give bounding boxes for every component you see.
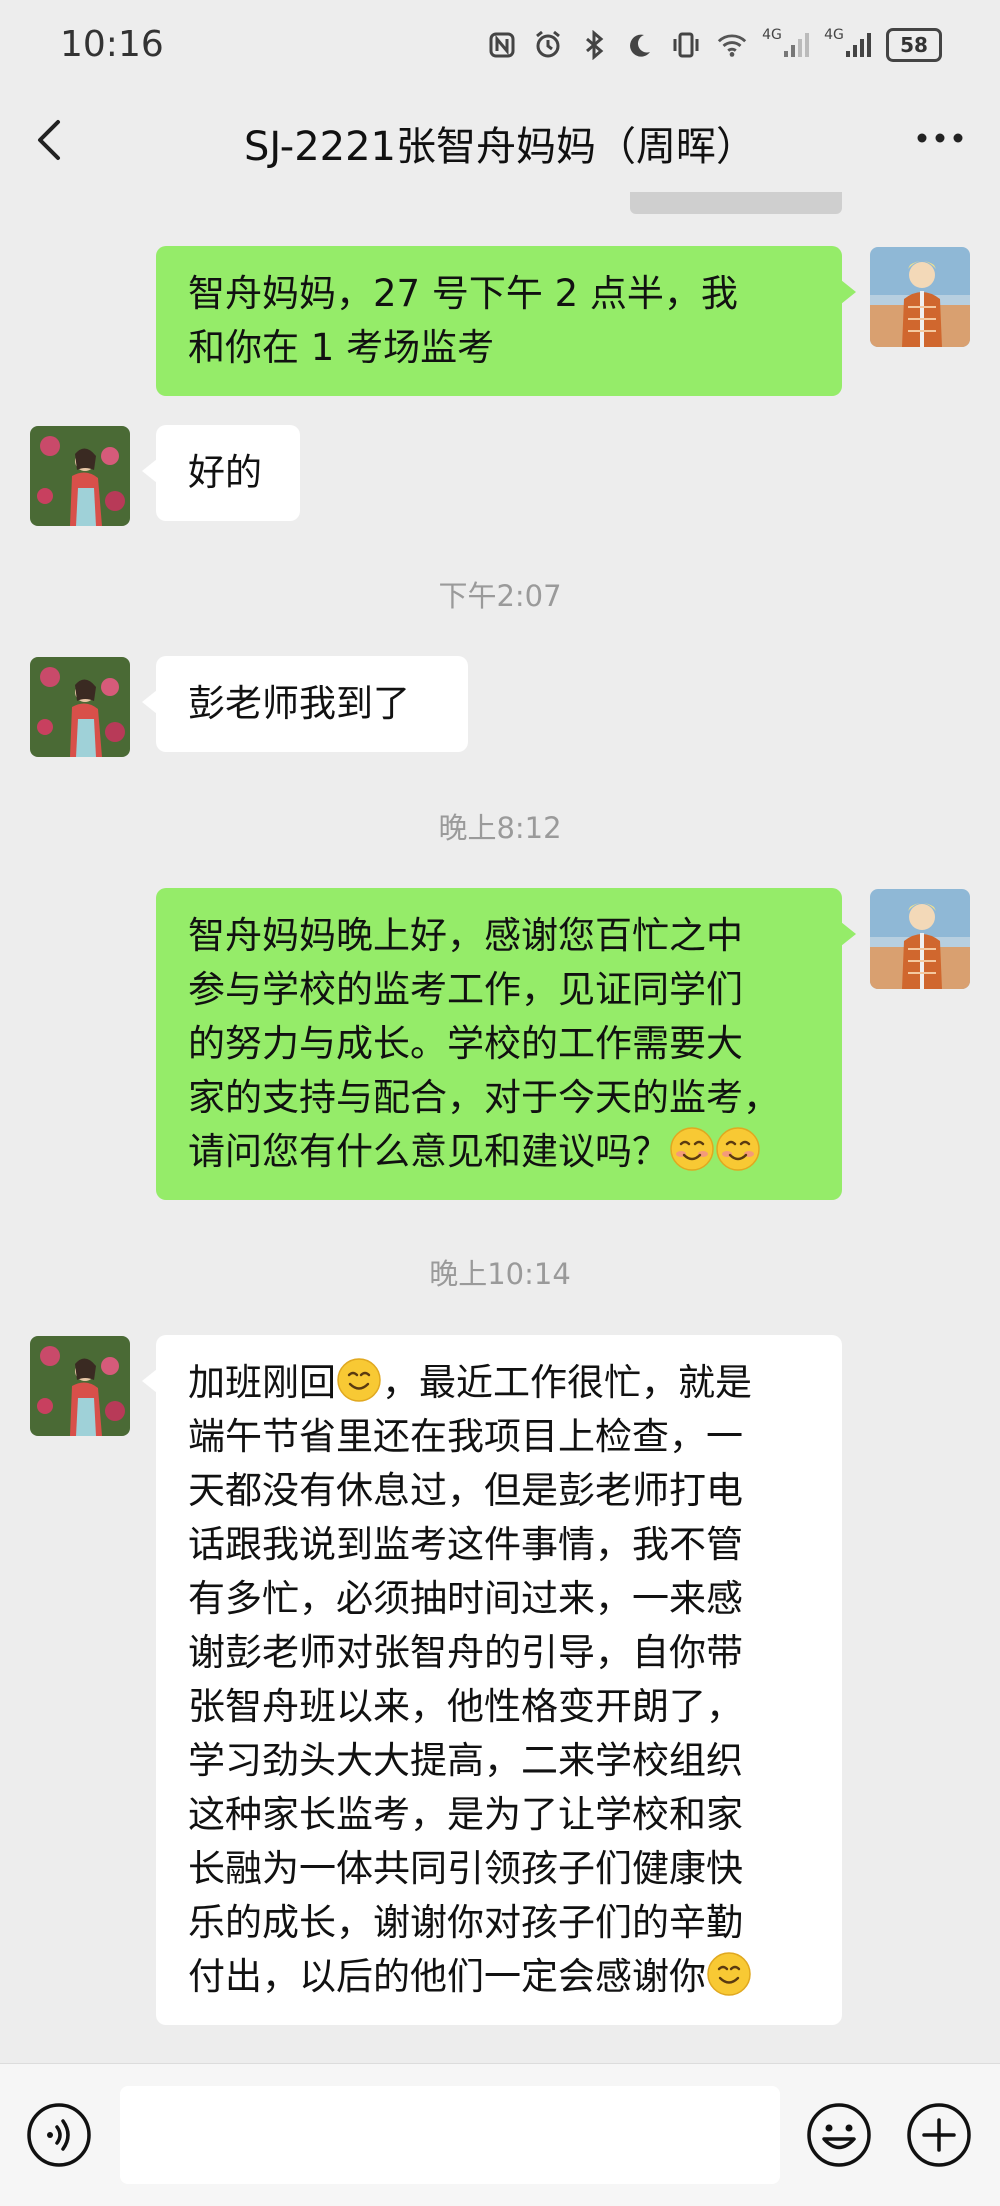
- bluetooth-icon: [578, 29, 610, 61]
- emoji-button[interactable]: [806, 2102, 872, 2168]
- contact-avatar[interactable]: [30, 1336, 130, 1436]
- message-line: 智舟妈妈晚上好，感谢您百忙之中: [188, 914, 743, 957]
- message-line: 付出，以后的他们一定会感谢你: [188, 1955, 706, 1998]
- message-bubble-5[interactable]: 智舟妈妈晚上好，感谢您百忙之中 参与学校的监考工作，见证同学们 的努力与成长。学…: [156, 888, 856, 1200]
- message-line: 智舟妈妈，27 号下午 2 点半，我: [188, 272, 738, 315]
- message-line: 家的支持与配合，对于今天的监考，: [188, 1076, 780, 1119]
- battery-indicator: 58: [886, 28, 942, 62]
- more-icon: [917, 133, 963, 143]
- status-icons: 4G 4G 58: [486, 27, 942, 62]
- my-avatar[interactable]: [870, 889, 970, 989]
- message-line: 参与学校的监考工作，见证同学们: [188, 968, 743, 1011]
- more-button[interactable]: [912, 118, 968, 158]
- signal-icon-2: 4G: [824, 27, 872, 61]
- smile-emoji-icon: [707, 1952, 751, 1996]
- chat-header: SJ-2221张智舟妈妈（周晖）: [0, 96, 1000, 188]
- message-line: 学习劲头大大提高，二来学校组织: [188, 1739, 743, 1782]
- chat-area[interactable]: 智舟妈妈，27 号下午 2 点半，我 和你在 1 考场监考 好的 下午2:07 …: [0, 188, 1000, 2063]
- status-time: 10:16: [60, 24, 164, 65]
- message-line: 话跟我说到监考这件事情，我不管: [188, 1523, 743, 1566]
- message-input[interactable]: [120, 2086, 780, 2184]
- moon-icon: [624, 29, 656, 61]
- smile-emoji-icon: [716, 1127, 760, 1171]
- message-bubble-7[interactable]: 加班刚回 ，最近工作很忙，就是 端午节省里还在我项目上检查，一 天都没有休息过，但…: [142, 1335, 842, 2025]
- chat-title: SJ-2221张智舟妈妈（周晖）: [244, 124, 756, 170]
- message-line: 谢彭老师对张智舟的引导，自你带: [188, 1631, 743, 1674]
- timestamp: 下午2:07: [438, 579, 562, 613]
- message-bubble-0[interactable]: 智舟妈妈，27 号下午 2 点半，我 和你在 1 考场监考: [156, 246, 856, 396]
- contact-avatar[interactable]: [30, 426, 130, 526]
- message-line: 这种家长监考，是为了让学校和家: [188, 1793, 743, 1836]
- message-bubble-1[interactable]: 好的: [142, 425, 300, 521]
- message-line: 端午节省里还在我项目上检查，一: [188, 1415, 743, 1458]
- voice-button[interactable]: [26, 2102, 92, 2168]
- message-line: 乐的成长，谢谢你对孩子们的辛勤: [188, 1901, 743, 1944]
- my-avatar[interactable]: [870, 247, 970, 347]
- message-line-with-emoji: 请问您有什么意见和建议吗？: [188, 1125, 810, 1179]
- message-line: 张智舟班以来，他性格变开朗了，: [188, 1685, 743, 1728]
- emoji-icon: [807, 2103, 871, 2167]
- contact-avatar[interactable]: [30, 657, 130, 757]
- message-line: 天都没有休息过，但是彭老师打电: [188, 1469, 743, 1512]
- voice-icon: [27, 2103, 91, 2167]
- vibrate-icon: [670, 29, 702, 61]
- previous-message-peek: [630, 192, 842, 214]
- message-line: 加班刚回: [188, 1361, 336, 1404]
- back-icon: [38, 120, 60, 160]
- timestamp: 晚上8:12: [438, 811, 562, 845]
- message-line: 请问您有什么意见和建议吗？: [188, 1130, 669, 1173]
- nfc-icon: [486, 29, 518, 61]
- smile-emoji-icon: [670, 1127, 714, 1171]
- message-line: ，最近工作很忙，就是: [382, 1361, 752, 1404]
- message-line: 的努力与成长。学校的工作需要大: [188, 1022, 743, 1065]
- network-label-2: 4G: [824, 27, 844, 43]
- status-bar: 10:16 4G 4G 58: [0, 0, 1000, 96]
- input-bar: [0, 2063, 1000, 2206]
- message-line: 彭老师我到了: [188, 682, 410, 725]
- message-line-with-emoji: 加班刚回 ，最近工作很忙，就是: [188, 1356, 810, 1410]
- message-bubble-3[interactable]: 彭老师我到了: [142, 656, 468, 752]
- timestamp: 晚上10:14: [429, 1257, 571, 1291]
- signal-icon-1: 4G: [762, 27, 810, 61]
- back-button[interactable]: [30, 116, 70, 164]
- message-line: 长融为一体共同引领孩子们健康快: [188, 1847, 743, 1890]
- more-functions-button[interactable]: [906, 2102, 972, 2168]
- message-line: 和你在 1 考场监考: [188, 326, 495, 369]
- message-line-with-emoji: 付出，以后的他们一定会感谢你: [188, 1950, 810, 2004]
- smile-emoji-icon: [337, 1358, 381, 1402]
- message-line: 好的: [188, 451, 262, 494]
- network-label-1: 4G: [762, 27, 782, 43]
- wifi-icon: [716, 29, 748, 61]
- message-line: 有多忙，必须抽时间过来，一来感: [188, 1577, 743, 1620]
- plus-icon: [907, 2103, 971, 2167]
- alarm-icon: [532, 29, 564, 61]
